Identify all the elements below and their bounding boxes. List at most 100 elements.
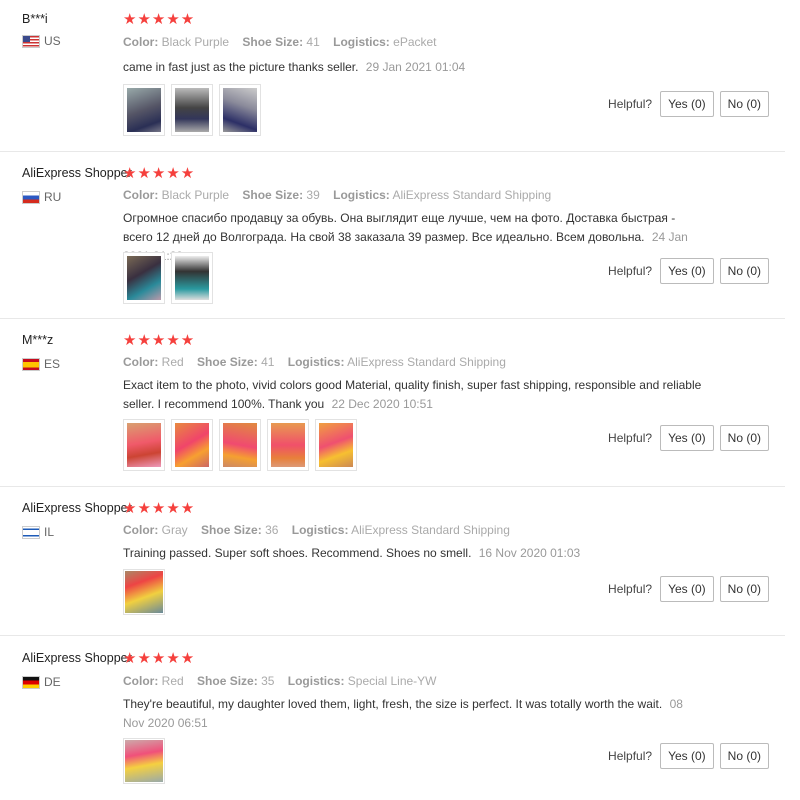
helpful-label: Helpful?: [608, 264, 653, 278]
comment-text: Training passed. Super soft shoes. Recom…: [123, 546, 472, 560]
helpful-label: Helpful?: [608, 749, 653, 763]
color-value: Red: [161, 355, 184, 369]
star-rating: ★★★★★: [123, 500, 196, 517]
review-photo[interactable]: [123, 84, 165, 136]
star-rating: ★★★★★: [123, 165, 196, 182]
helpful-vote: Helpful? Yes (0) No (0): [608, 576, 769, 602]
reviewer-name: AliExpress Shopper: [22, 501, 132, 515]
color-label: Color:: [123, 674, 159, 688]
de-flag-icon: [22, 675, 40, 689]
review-item: AliExpress Shopper IL ★★★★★ Color: Gray …: [0, 487, 785, 636]
helpful-vote: Helpful? Yes (0) No (0): [608, 91, 769, 117]
color-value: Black Purple: [161, 35, 230, 49]
review-photo[interactable]: [315, 419, 357, 471]
star-rating: ★★★★★: [123, 332, 196, 349]
order-info: Color: Black Purple Shoe Size: 39 Logist…: [123, 188, 551, 202]
color-value: Red: [161, 674, 184, 688]
review-photo[interactable]: [123, 738, 165, 784]
logistics-label: Logistics:: [291, 523, 349, 537]
helpful-yes-button[interactable]: Yes (0): [660, 576, 714, 602]
review-comment: They're beautiful, my daughter loved the…: [123, 695, 703, 733]
review-photo[interactable]: [171, 419, 213, 471]
color-label: Color:: [123, 355, 159, 369]
review-item: M***z ES ★★★★★ Color: Red Shoe Size: 41 …: [0, 319, 785, 487]
review-date: 16 Nov 2020 01:03: [478, 546, 581, 560]
review-date: 29 Jan 2021 01:04: [365, 60, 466, 74]
photo-gallery: [123, 252, 213, 304]
color-label: Color:: [123, 188, 159, 202]
es-flag-icon: [22, 357, 40, 371]
reviewer-name: AliExpress Shopper: [22, 651, 132, 665]
photo-gallery: [123, 84, 261, 136]
helpful-yes-button[interactable]: Yes (0): [660, 258, 714, 284]
photo-gallery: [123, 419, 357, 471]
helpful-yes-button[interactable]: Yes (0): [660, 425, 714, 451]
il-flag-icon: [22, 525, 40, 539]
ru-flag-icon: [22, 190, 40, 204]
logistics-value: ePacket: [393, 35, 437, 49]
shoe-size-value: 41: [306, 35, 320, 49]
review-item: B***i US ★★★★★ Color: Black Purple Shoe …: [0, 0, 785, 152]
review-comment: came in fast just as the picture thanks …: [123, 58, 703, 77]
logistics-label: Logistics:: [287, 674, 345, 688]
helpful-label: Helpful?: [608, 431, 653, 445]
country-code: US: [44, 34, 61, 48]
star-rating: ★★★★★: [123, 11, 196, 28]
logistics-label: Logistics:: [333, 35, 390, 49]
helpful-yes-button[interactable]: Yes (0): [660, 91, 714, 117]
helpful-no-button[interactable]: No (0): [719, 576, 769, 602]
review-photo[interactable]: [123, 569, 165, 615]
logistics-value: Special Line-YW: [347, 674, 437, 688]
helpful-label: Helpful?: [608, 97, 653, 111]
order-info: Color: Red Shoe Size: 35 Logistics: Spec…: [123, 674, 437, 688]
helpful-no-button[interactable]: No (0): [719, 425, 769, 451]
order-info: Color: Black Purple Shoe Size: 41 Logist…: [123, 35, 437, 49]
review-photo[interactable]: [219, 84, 261, 136]
helpful-yes-button[interactable]: Yes (0): [660, 743, 714, 769]
country-code: ES: [44, 357, 61, 371]
star-rating: ★★★★★: [123, 650, 196, 667]
country-code: RU: [44, 190, 62, 204]
logistics-value: AliExpress Standard Shipping: [392, 188, 552, 202]
shoe-size-value: 41: [261, 355, 275, 369]
review-photo[interactable]: [171, 84, 213, 136]
country-code: IL: [44, 525, 55, 539]
logistics-label: Logistics:: [287, 355, 345, 369]
helpful-label: Helpful?: [608, 582, 653, 596]
comment-text: They're beautiful, my daughter loved the…: [123, 697, 663, 711]
review-item: AliExpress Shopper RU ★★★★★ Color: Black…: [0, 152, 785, 319]
review-comment: Exact item to the photo, vivid colors go…: [123, 376, 703, 414]
shoe-size-label: Shoe Size:: [242, 35, 304, 49]
logistics-label: Logistics:: [333, 188, 390, 202]
helpful-no-button[interactable]: No (0): [719, 743, 769, 769]
logistics-value: AliExpress Standard Shipping: [351, 523, 510, 537]
helpful-no-button[interactable]: No (0): [719, 91, 769, 117]
color-label: Color:: [123, 35, 159, 49]
review-item: AliExpress Shopper DE ★★★★★ Color: Red S…: [0, 636, 785, 800]
us-flag-icon: [22, 34, 40, 48]
comment-text: Огромное спасибо продавцу за обувь. Она …: [123, 211, 676, 244]
review-date: 22 Dec 2020 10:51: [331, 397, 433, 411]
order-info: Color: Gray Shoe Size: 36 Logistics: Ali…: [123, 523, 510, 537]
review-comment: Training passed. Super soft shoes. Recom…: [123, 544, 703, 563]
helpful-vote: Helpful? Yes (0) No (0): [608, 258, 769, 284]
shoe-size-value: 35: [261, 674, 275, 688]
shoe-size-value: 39: [306, 188, 320, 202]
logistics-value: AliExpress Standard Shipping: [347, 355, 506, 369]
shoe-size-label: Shoe Size:: [197, 674, 258, 688]
photo-gallery: [123, 569, 165, 615]
helpful-no-button[interactable]: No (0): [719, 258, 769, 284]
review-photo[interactable]: [123, 419, 165, 471]
shoe-size-label: Shoe Size:: [242, 188, 304, 202]
comment-text: came in fast just as the picture thanks …: [123, 60, 359, 74]
review-photo[interactable]: [267, 419, 309, 471]
order-info: Color: Red Shoe Size: 41 Logistics: AliE…: [123, 355, 506, 369]
reviewer-country: ES: [22, 357, 60, 371]
reviewer-country: IL: [22, 525, 54, 539]
review-photo[interactable]: [123, 252, 165, 304]
photo-gallery: [123, 738, 165, 784]
review-photo[interactable]: [171, 252, 213, 304]
color-value: Black Purple: [161, 188, 230, 202]
shoe-size-label: Shoe Size:: [201, 523, 262, 537]
review-photo[interactable]: [219, 419, 261, 471]
